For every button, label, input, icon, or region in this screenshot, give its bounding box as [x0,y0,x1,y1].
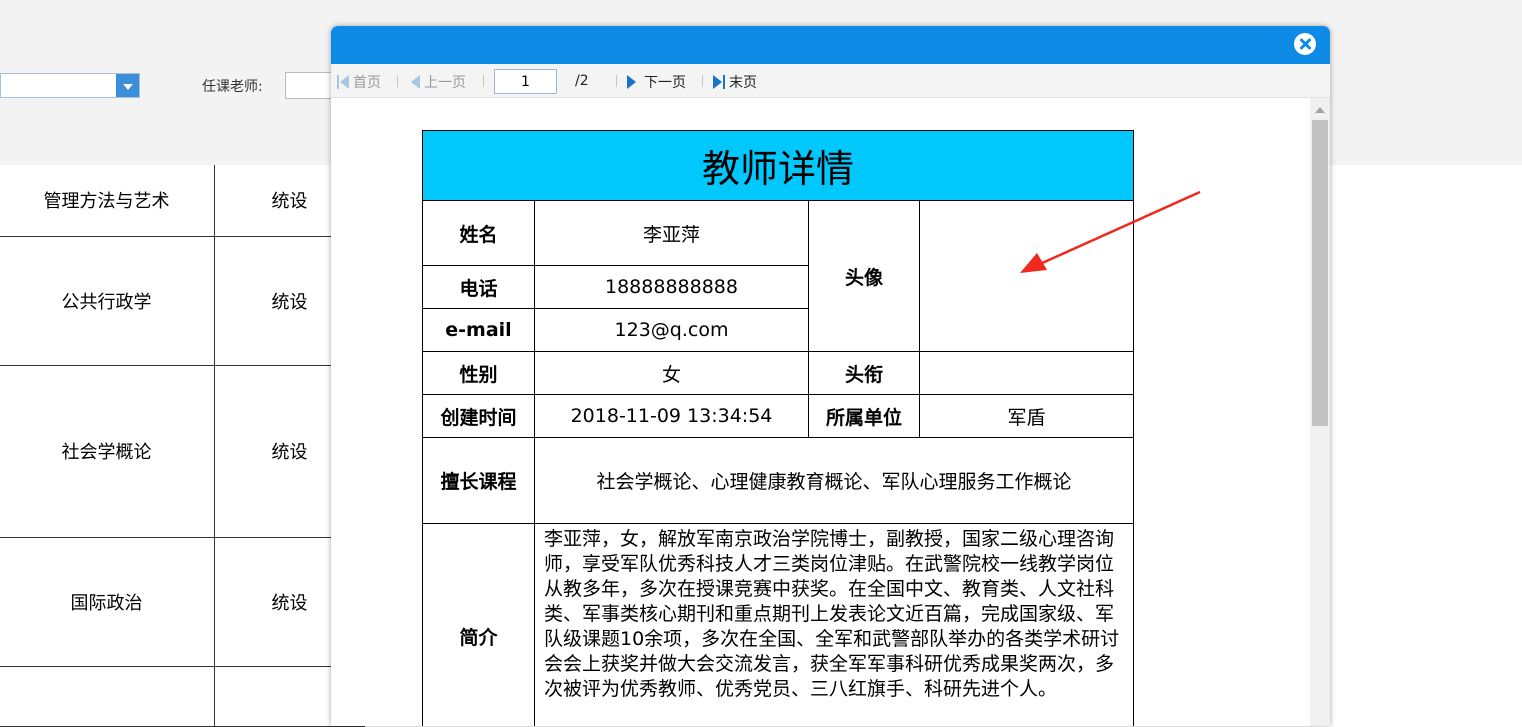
table-row[interactable]: 管理方法与艺术 统设 [0,165,365,237]
divider [483,75,484,87]
bio-value: 李亚萍，女，解放军南京政治学院博士，副教授，国家二级心理咨询师，享受军队优秀科技… [533,523,1135,726]
avatar-label: 头像 [808,200,920,352]
table-row[interactable]: 公共行政学 统设 [0,235,365,366]
courses-label: 擅长课程 [422,437,535,524]
next-page-button[interactable]: 下一页 [627,72,686,92]
divider [702,75,703,87]
first-page-button[interactable]: 首页 [337,72,381,92]
courses-value: 社会学概论、心理健康教育概论、军队心理服务工作概论 [533,437,1135,524]
phone-label: 电话 [422,265,535,309]
divider [397,75,398,87]
course-name: 管理方法与艺术 [0,165,215,237]
table-row[interactable]: 社会学概论 统设 [0,364,365,538]
name-value: 李亚萍 [534,200,809,266]
course-name: 公共行政学 [0,235,215,366]
chevron-down-icon[interactable] [116,74,139,97]
table-row[interactable]: 国际政治 统设 [0,536,365,667]
first-page-icon [337,75,349,89]
teacher-label: 任课老师: [202,79,263,95]
table-row[interactable] [0,665,365,727]
email-label: e-mail [422,308,535,352]
last-page-button[interactable]: 末页 [713,72,757,92]
page-title: 教师详情 [421,130,1135,201]
scroll-up-arrow-icon[interactable] [1315,107,1325,113]
pagination-toolbar: 首页 上一页 /2 下一页 末页 [331,64,1330,98]
unit-value: 军盾 [918,394,1135,438]
created-value: 2018-11-09 13:34:54 [534,394,809,438]
course-table: 管理方法与艺术 统设 公共行政学 统设 社会学概论 统设 国际政治 统设 [0,165,365,727]
scrollbar-thumb[interactable] [1312,120,1328,426]
last-page-label: 末页 [729,75,757,91]
rank-label: 头衔 [808,351,920,395]
page-number-input[interactable] [494,69,557,94]
next-page-label: 下一页 [644,75,686,91]
next-page-icon [627,75,636,89]
avatar [918,200,1135,352]
divider [616,75,617,87]
gender-value: 女 [534,351,809,395]
unit-label: 所属单位 [808,394,920,438]
gender-label: 性别 [422,351,535,395]
bio-label: 简介 [422,523,535,726]
dialog-header [331,26,1330,64]
prev-page-icon [411,75,420,89]
prev-page-label: 上一页 [424,75,466,91]
page-total: /2 [575,73,589,89]
teacher-detail-dialog: 首页 上一页 /2 下一页 末页 教师详情 [331,26,1330,726]
phone-value: 18888888888 [534,265,809,309]
close-icon[interactable] [1294,33,1316,55]
filter-select[interactable] [0,73,140,98]
course-name: 社会学概论 [0,364,215,538]
email-value: 123@q.com [534,308,809,352]
course-name: 国际政治 [0,536,215,667]
scrollbar[interactable] [1310,98,1330,726]
rank-value [918,351,1135,395]
first-page-label: 首页 [353,75,381,91]
prev-page-button[interactable]: 上一页 [411,72,466,92]
course-name [0,665,215,727]
created-label: 创建时间 [422,394,535,438]
last-page-icon [713,75,725,89]
dialog-content: 教师详情 姓名 李亚萍 头像 电话 18888888888 e-mail 123… [331,98,1310,726]
name-label: 姓名 [422,200,535,266]
teacher-detail-table: 教师详情 姓名 李亚萍 头像 电话 18888888888 e-mail 123… [421,130,1135,726]
